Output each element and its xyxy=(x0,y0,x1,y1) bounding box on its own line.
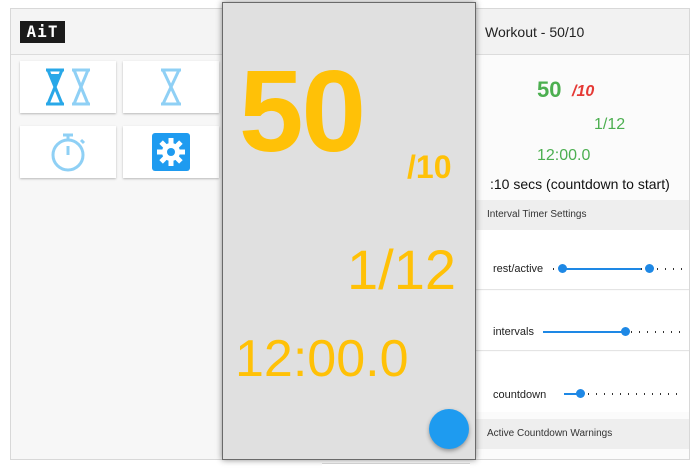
hourglass-icon xyxy=(161,68,181,106)
setting-intervals: intervals xyxy=(473,291,689,351)
left-header: AiT xyxy=(11,9,223,55)
rest-active-slider-range xyxy=(562,268,641,270)
overlay-total-time: 12:00.0 xyxy=(235,330,409,388)
workout-tile-stopwatch[interactable] xyxy=(20,126,116,178)
gear-icon xyxy=(152,133,190,171)
section-countdown-warnings: Active Countdown Warnings xyxy=(473,419,689,449)
rest-seconds: /10 xyxy=(572,83,595,100)
active-seconds: 50 xyxy=(537,77,562,102)
setting-label: intervals xyxy=(493,326,534,338)
workout-detail-panel: Workout - 50/10 50 /10 1/12 12:00.0 :10 … xyxy=(473,9,689,459)
interval-counter: 1/12 xyxy=(594,116,626,133)
bottom-strip xyxy=(322,463,470,469)
double-hourglass-icon xyxy=(46,68,90,106)
overlay-interval-counter: 1/12 xyxy=(347,238,456,301)
setting-label: rest/active xyxy=(493,263,544,275)
setting-label: countdown xyxy=(493,389,547,401)
intervals-slider-thumb[interactable] xyxy=(621,327,630,336)
active-slider-thumb[interactable] xyxy=(645,264,654,273)
detail-header: Workout - 50/10 xyxy=(473,9,689,55)
workout-tile-double-hourglass[interactable] xyxy=(20,61,116,113)
app-logo: AiT xyxy=(20,21,65,43)
setting-rest-active: rest/active xyxy=(473,230,689,290)
countdown-slider-thumb[interactable] xyxy=(576,389,585,398)
intervals-slider-fill xyxy=(543,331,625,333)
workout-title: Workout - 50/10 xyxy=(485,24,585,40)
countdown-text: :10 secs (countdown to start) xyxy=(490,176,670,192)
workout-tile-settings[interactable] xyxy=(123,126,219,178)
timer-overlay: 50 /10 1/12 12:00.0 xyxy=(222,2,476,460)
setting-countdown: countdown xyxy=(473,352,689,412)
workout-tile-hourglass[interactable] xyxy=(123,61,219,113)
section-interval-settings: Interval Timer Settings xyxy=(473,200,689,230)
overlay-rest-seconds: /10 xyxy=(407,149,452,185)
start-fab-button[interactable] xyxy=(429,409,469,449)
stopwatch-icon xyxy=(51,133,86,172)
total-time: 12:00.0 xyxy=(537,147,591,164)
overlay-active-seconds: 50 xyxy=(239,46,366,176)
rest-slider-thumb[interactable] xyxy=(558,264,567,273)
